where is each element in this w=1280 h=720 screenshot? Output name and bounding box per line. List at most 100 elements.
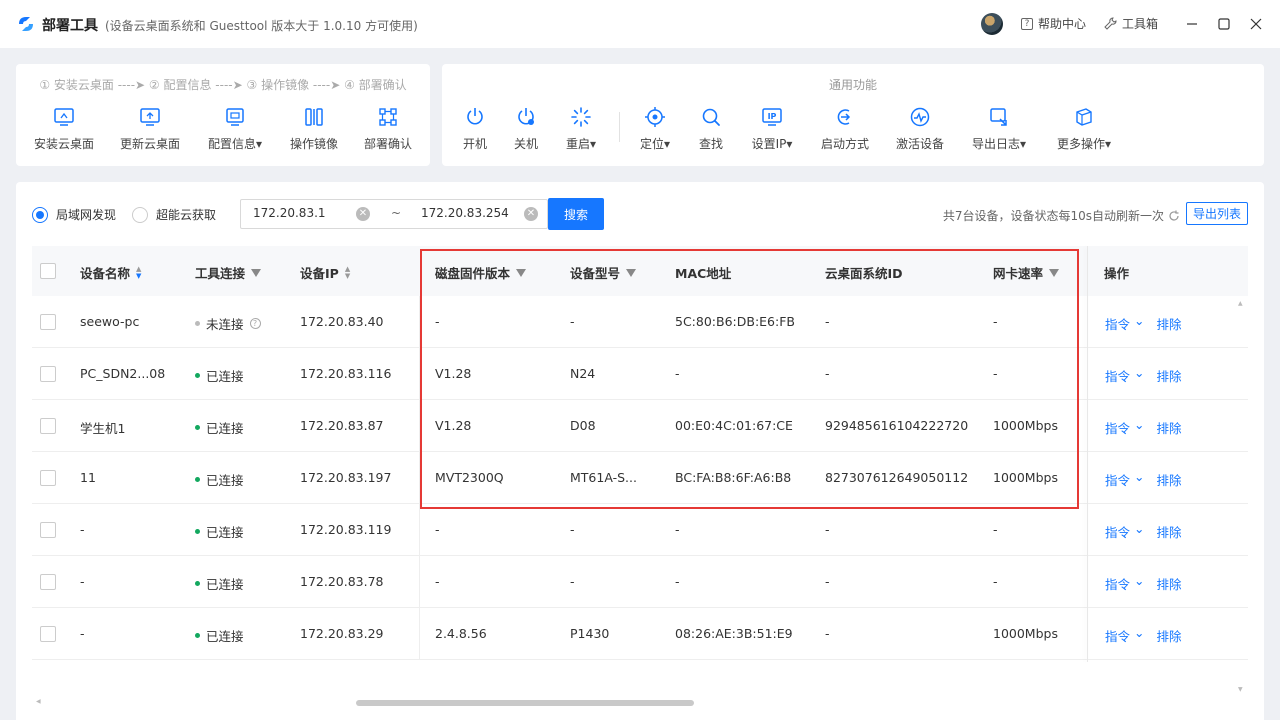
table-row[interactable]: - 已连接 172.20.83.78 - - - - - 指令 ⌄ 排除 (32, 556, 1248, 608)
cell-status: 已连接 (195, 522, 244, 541)
refresh-icon[interactable] (1168, 210, 1180, 222)
command-dropdown[interactable]: 指令 (1105, 626, 1130, 645)
clear-icon[interactable]: ✕ (524, 207, 538, 221)
cell-firmware: - (435, 522, 440, 537)
install-cloud-desktop-button[interactable]: 安装云桌面 (24, 106, 104, 152)
cloud-fetch-radio[interactable]: 超能云获取 (132, 206, 216, 223)
col-nic-speed[interactable]: 网卡速率 (993, 263, 1060, 282)
svg-text:IP: IP (768, 112, 777, 121)
cell-model: - (570, 314, 575, 329)
filter-icon[interactable] (516, 268, 527, 277)
row-checkbox[interactable] (40, 470, 56, 486)
lan-discovery-radio[interactable]: 局域网发现 (32, 206, 116, 223)
row-checkbox[interactable] (40, 522, 56, 538)
config-info-button[interactable]: 配置信息▾ (195, 106, 275, 152)
restart-button[interactable]: 重启▾ (541, 106, 621, 152)
activate-device-button[interactable]: 激活设备 (880, 106, 960, 152)
status-text: 已连接 (206, 421, 244, 436)
exclude-link[interactable]: 排除 (1157, 314, 1182, 333)
scroll-down-icon[interactable]: ▼ (1238, 686, 1243, 693)
col-firmware[interactable]: 磁盘固件版本 (435, 263, 527, 282)
cell-speed: 1000Mbps (993, 626, 1058, 641)
title-bar: 部署工具 (设备云桌面系统和 Guesttool 版本大于 1.0.10 方可使… (0, 0, 1280, 48)
exclude-link[interactable]: 排除 (1157, 522, 1182, 541)
maximize-button[interactable] (1214, 14, 1234, 34)
status-text: 已连接 (206, 525, 244, 540)
row-checkbox[interactable] (40, 626, 56, 642)
row-checkbox[interactable] (40, 418, 56, 434)
filter-icon[interactable] (626, 268, 637, 277)
row-checkbox[interactable] (40, 366, 56, 382)
avatar[interactable] (981, 13, 1003, 35)
table-row[interactable]: PC_SDN2...08 已连接 172.20.83.116 V1.28 N24 - - - 指… (32, 348, 1248, 400)
search-button[interactable]: 搜索 (548, 198, 604, 230)
update-cloud-desktop-button[interactable]: 更新云桌面 (110, 106, 190, 152)
chevron-down-icon[interactable]: ⌄ (1134, 417, 1144, 432)
col-device-ip[interactable]: 设备IP ▲ ▼ (300, 263, 350, 282)
chevron-down-icon[interactable]: ⌄ (1134, 365, 1144, 380)
horizontal-scrollbar[interactable] (356, 700, 694, 706)
cell-mac: - (675, 574, 680, 589)
table-row[interactable]: 学生机1 已连接 172.20.83.87 V1.28 D08 00:E0:4C:01:6… (32, 400, 1248, 452)
table-row[interactable]: - 已连接 172.20.83.29 2.4.8.56 P1430 08:26:AE:3B… (32, 608, 1248, 660)
table-row[interactable]: - 已连接 172.20.83.119 - - - - - 指令 ⌄ 排除 (32, 504, 1248, 556)
col-tool-connection[interactable]: 工具连接 (195, 263, 262, 282)
sort-icon[interactable]: ▲ ▼ (136, 265, 141, 280)
clear-icon[interactable]: ✕ (356, 207, 370, 221)
cell-firmware: MVT2300Q (435, 470, 504, 485)
row-actions: 指令 ⌄ 排除 (1105, 625, 1182, 645)
ip-end-input[interactable]: 172.20.83.254 (421, 206, 509, 220)
table-row[interactable]: 11 已连接 172.20.83.197 MVT2300Q MT61A-S... BC:F… (32, 452, 1248, 504)
select-all-checkbox[interactable] (40, 263, 56, 279)
chevron-down-icon[interactable]: ⌄ (1134, 625, 1144, 640)
col-system-id: 云桌面系统ID (825, 263, 903, 282)
help-center-link[interactable]: ? 帮助中心 (1021, 15, 1086, 32)
boot-mode-button[interactable]: 启动方式 (805, 106, 885, 152)
cell-sysid: 929485616104222720 (825, 418, 969, 433)
chevron-down-icon[interactable]: ⌄ (1134, 469, 1144, 484)
cell-model: N24 (570, 366, 596, 381)
row-checkbox[interactable] (40, 574, 56, 590)
command-dropdown[interactable]: 指令 (1105, 470, 1130, 489)
close-icon (1250, 18, 1262, 30)
cell-sysid: - (825, 314, 830, 329)
sort-icon[interactable]: ▲ ▼ (345, 265, 350, 280)
exclude-link[interactable]: 排除 (1157, 470, 1182, 489)
filter-icon[interactable] (1049, 268, 1060, 277)
command-dropdown[interactable]: 指令 (1105, 418, 1130, 437)
set-ip-button[interactable]: IP 设置IP▾ (732, 106, 812, 152)
exclude-link[interactable]: 排除 (1157, 626, 1182, 645)
status-dot-icon (195, 373, 200, 378)
filter-icon[interactable] (251, 268, 262, 277)
deploy-panel: ① 安装云桌面 ----➤ ② 配置信息 ----➤ ③ 操作镜像 ----➤ … (16, 64, 430, 166)
export-log-button[interactable]: 导出日志▾ (959, 106, 1039, 152)
operate-image-button[interactable]: 操作镜像 (274, 106, 354, 152)
toolbox-link[interactable]: 工具箱 (1104, 15, 1158, 32)
exclude-link[interactable]: 排除 (1157, 366, 1182, 385)
cell-model: - (570, 574, 575, 589)
minimize-button[interactable] (1182, 14, 1202, 34)
help-circle-icon[interactable]: ? (249, 318, 261, 329)
more-actions-button[interactable]: 更多操作▾ (1044, 106, 1124, 152)
close-button[interactable] (1246, 14, 1266, 34)
scroll-left-icon[interactable]: ◀ (36, 698, 41, 705)
ip-start-input[interactable]: 172.20.83.1 (253, 206, 326, 220)
command-dropdown[interactable]: 指令 (1105, 314, 1130, 333)
col-model[interactable]: 设备型号 (570, 263, 637, 282)
chevron-down-icon[interactable]: ⌄ (1134, 313, 1144, 328)
chevron-down-icon[interactable]: ⌄ (1134, 521, 1144, 536)
export-list-button[interactable]: 导出列表 (1185, 202, 1248, 225)
col-device-name[interactable]: 设备名称 ▲ ▼ (80, 263, 141, 282)
cell-speed: - (993, 574, 998, 589)
command-dropdown[interactable]: 指令 (1105, 366, 1130, 385)
cloud-fetch-label: 超能云获取 (156, 208, 217, 222)
deploy-confirm-button[interactable]: 部署确认 (348, 106, 428, 152)
scroll-up-icon[interactable]: ▲ (1238, 300, 1243, 307)
row-checkbox[interactable] (40, 314, 56, 330)
chevron-down-icon[interactable]: ⌄ (1134, 573, 1144, 588)
command-dropdown[interactable]: 指令 (1105, 522, 1130, 541)
table-row[interactable]: seewo-pc 未连接? 172.20.83.40 - - 5C:80:B6:DB:E6… (32, 296, 1248, 348)
exclude-link[interactable]: 排除 (1157, 418, 1182, 437)
exclude-link[interactable]: 排除 (1157, 574, 1182, 593)
command-dropdown[interactable]: 指令 (1105, 574, 1130, 593)
